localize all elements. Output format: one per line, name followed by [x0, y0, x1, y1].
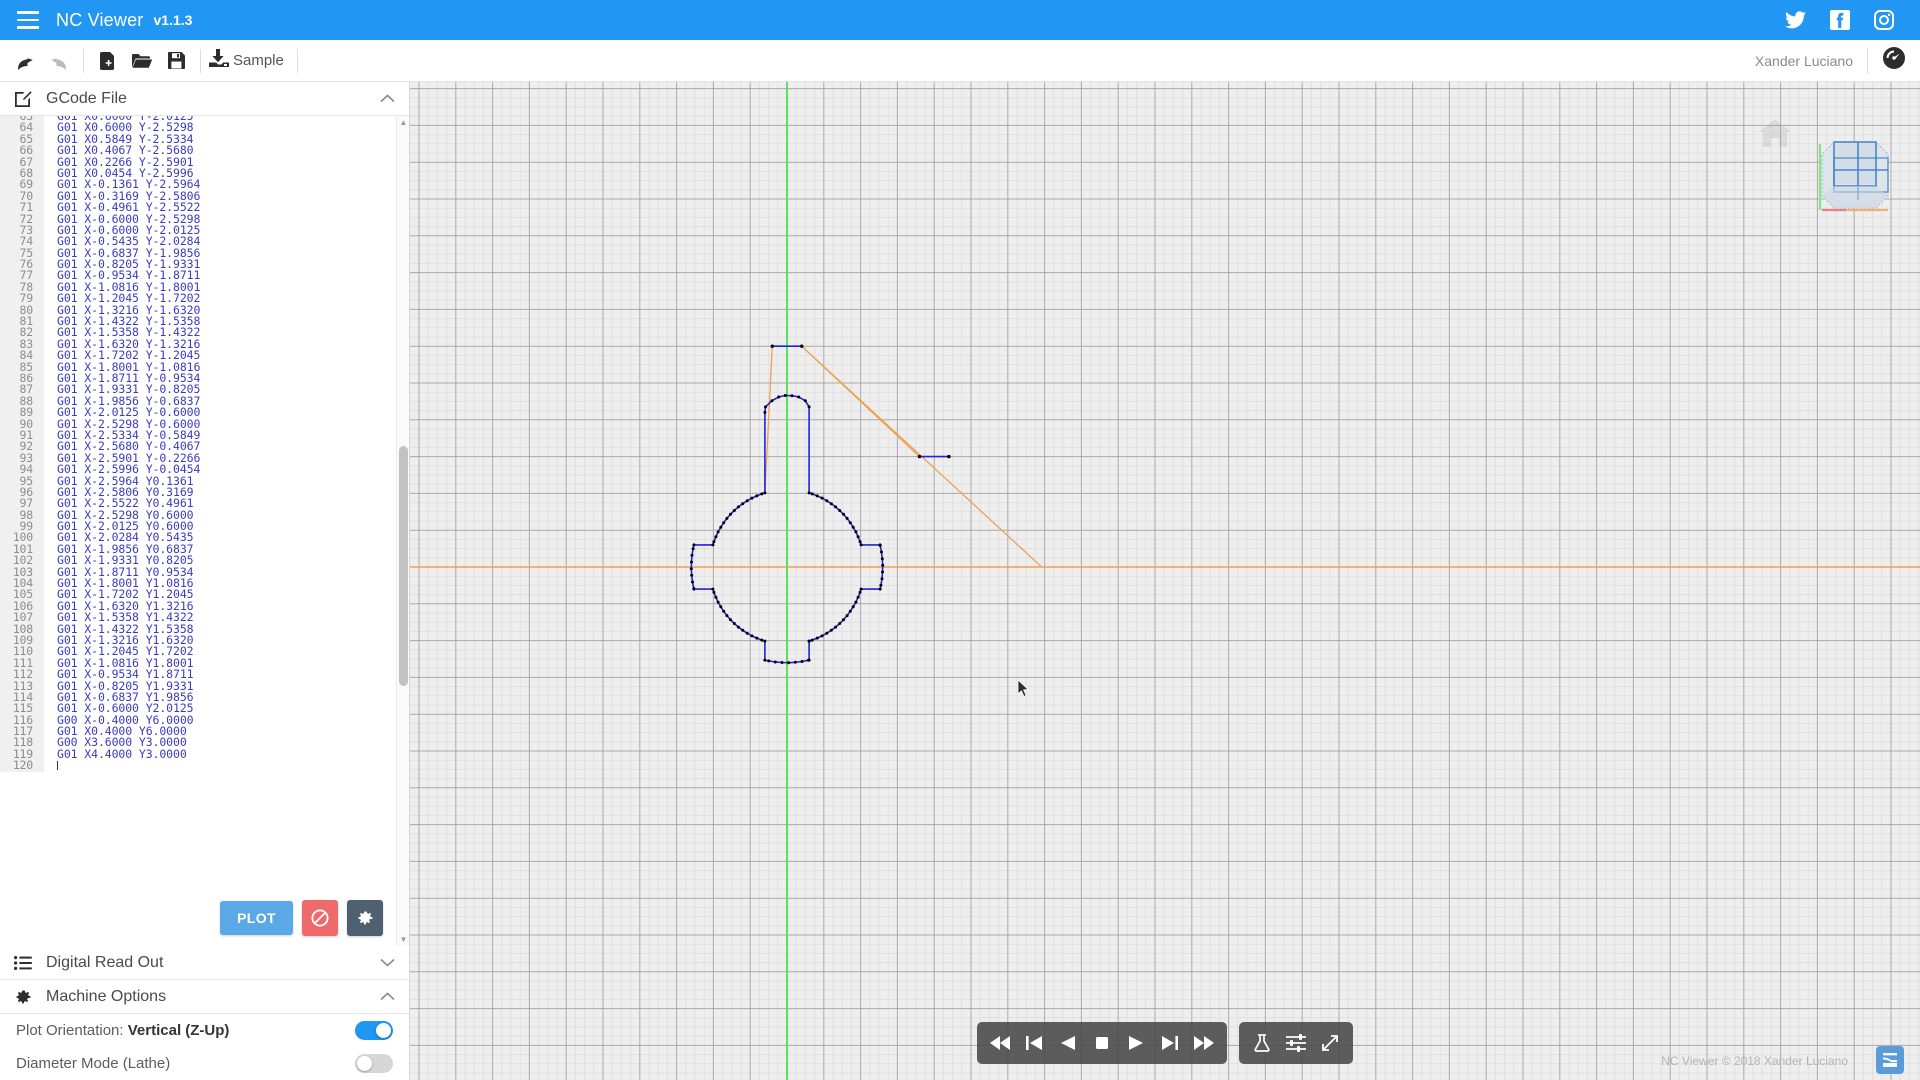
twitter-icon[interactable] [1785, 11, 1806, 29]
panel-header-dro[interactable]: Digital Read Out [0, 946, 409, 980]
stop-button[interactable] [1087, 1028, 1117, 1058]
toolbar-divider-2 [200, 49, 201, 73]
sample-button[interactable]: Sample [208, 48, 290, 73]
skip-to-start-button[interactable] [985, 1028, 1015, 1058]
view-cube[interactable] [1812, 132, 1898, 218]
toolpath-plot [410, 82, 1920, 1080]
user-area: Xander Luciano [1755, 46, 1920, 75]
nc-viewer-logo [1876, 1046, 1904, 1074]
flask-icon[interactable] [1247, 1028, 1277, 1058]
scroll-down-arrow[interactable]: ▼ [397, 933, 409, 946]
expand-icon[interactable] [1315, 1028, 1345, 1058]
toggle-knob [376, 1023, 391, 1038]
code-scroll-area[interactable]: 63G01 X0.6000 Y-2.012564G01 X0.6000 Y-2.… [0, 116, 395, 946]
code-lines: 63G01 X0.6000 Y-2.012564G01 X0.6000 Y-2.… [0, 116, 395, 772]
scrollbar-thumb[interactable] [399, 446, 408, 686]
machine-options-list: Plot Orientation: Vertical (Z-Up) Diamete… [0, 1014, 409, 1080]
panel-header-gcode[interactable]: GCode File [0, 82, 409, 116]
machine-option-row: Plot Orientation: Vertical (Z-Up) [0, 1014, 409, 1047]
sidebar: GCode File 63G01 X0.6000 Y-2.012564G01 X… [0, 82, 410, 1080]
panel-header-machine[interactable]: Machine Options [0, 980, 409, 1014]
open-folder-icon[interactable] [125, 44, 159, 78]
play-button[interactable] [1121, 1028, 1151, 1058]
save-icon[interactable] [159, 44, 193, 78]
toolbar-divider [83, 49, 84, 73]
chevron-down-icon[interactable] [380, 955, 395, 970]
panel-title-dro: Digital Read Out [46, 954, 163, 972]
machine-option-label: Plot Orientation: Vertical (Z-Up) [16, 1022, 229, 1039]
editor-settings-button[interactable] [347, 900, 383, 936]
user-name: Xander Luciano [1755, 53, 1853, 69]
scroll-up-arrow[interactable]: ▲ [397, 116, 409, 129]
download-icon [208, 48, 230, 73]
step-forward-button[interactable] [1155, 1028, 1185, 1058]
app-version: v1.1.3 [154, 12, 193, 28]
app-title: NC Viewer [56, 10, 144, 31]
edit-file-icon [14, 90, 32, 108]
skip-to-end-button[interactable] [1189, 1028, 1219, 1058]
toggle-switch[interactable] [355, 1021, 393, 1040]
redo-icon[interactable] [42, 44, 76, 78]
new-file-icon[interactable] [91, 44, 125, 78]
mouse-cursor [1017, 679, 1030, 703]
editor-scrollbar[interactable]: ▲ ▼ [396, 116, 409, 946]
sample-label: Sample [233, 52, 284, 69]
hamburger-icon[interactable] [0, 0, 56, 40]
line-text: G01 X4.4000 Y3.0000 [44, 749, 187, 760]
plot-tool-buttons [1239, 1022, 1353, 1064]
toolbar-divider-3 [297, 49, 298, 73]
main-toolbar: Sample Xander Luciano [0, 40, 1920, 82]
code-line[interactable]: 120 [0, 760, 395, 771]
playback-toolbar [977, 1022, 1353, 1064]
playback-buttons [977, 1022, 1227, 1064]
code-line[interactable]: 119G01 X4.4000 Y3.0000 [0, 749, 395, 760]
sliders-icon[interactable] [1281, 1028, 1311, 1058]
undo-icon[interactable] [8, 44, 42, 78]
toggle-knob [357, 1056, 372, 1071]
app-body: GCode File 63G01 X0.6000 Y-2.012564G01 X… [0, 82, 1920, 1080]
step-back-button[interactable] [1019, 1028, 1049, 1058]
editor-actions: PLOT [220, 900, 383, 936]
chevron-up-icon[interactable] [380, 91, 395, 106]
user-divider [1867, 48, 1868, 74]
panel-title-machine: Machine Options [46, 988, 166, 1006]
watermark-text: NC Viewer © 2018 Xander Luciano [1661, 1054, 1848, 1068]
reverse-button[interactable] [1053, 1028, 1083, 1058]
machine-option-label: Diameter Mode (Lathe) [16, 1055, 170, 1072]
plot-button[interactable]: PLOT [220, 901, 293, 935]
line-number: 120 [0, 760, 44, 771]
nc-viewer-app: NC Viewer v1.1.3 [0, 0, 1920, 1080]
list-icon [14, 956, 32, 970]
social-links [1785, 10, 1920, 30]
panel-title-gcode: GCode File [46, 90, 127, 108]
home-icon[interactable] [1758, 118, 1792, 153]
gear-icon [14, 988, 32, 1006]
dashboard-icon[interactable] [1882, 46, 1906, 75]
facebook-icon[interactable] [1830, 10, 1850, 30]
line-text [44, 760, 58, 771]
toggle-switch[interactable] [355, 1054, 393, 1073]
instagram-icon[interactable] [1874, 10, 1894, 30]
title-bar: NC Viewer v1.1.3 [0, 0, 1920, 40]
machine-option-row: Diameter Mode (Lathe) [0, 1047, 409, 1080]
stop-button[interactable] [302, 900, 338, 936]
chevron-up-icon-machine[interactable] [380, 989, 395, 1004]
plot-canvas[interactable]: NC Viewer © 2018 Xander Luciano [410, 82, 1920, 1080]
gcode-editor[interactable]: 63G01 X0.6000 Y-2.012564G01 X0.6000 Y-2.… [0, 116, 409, 946]
